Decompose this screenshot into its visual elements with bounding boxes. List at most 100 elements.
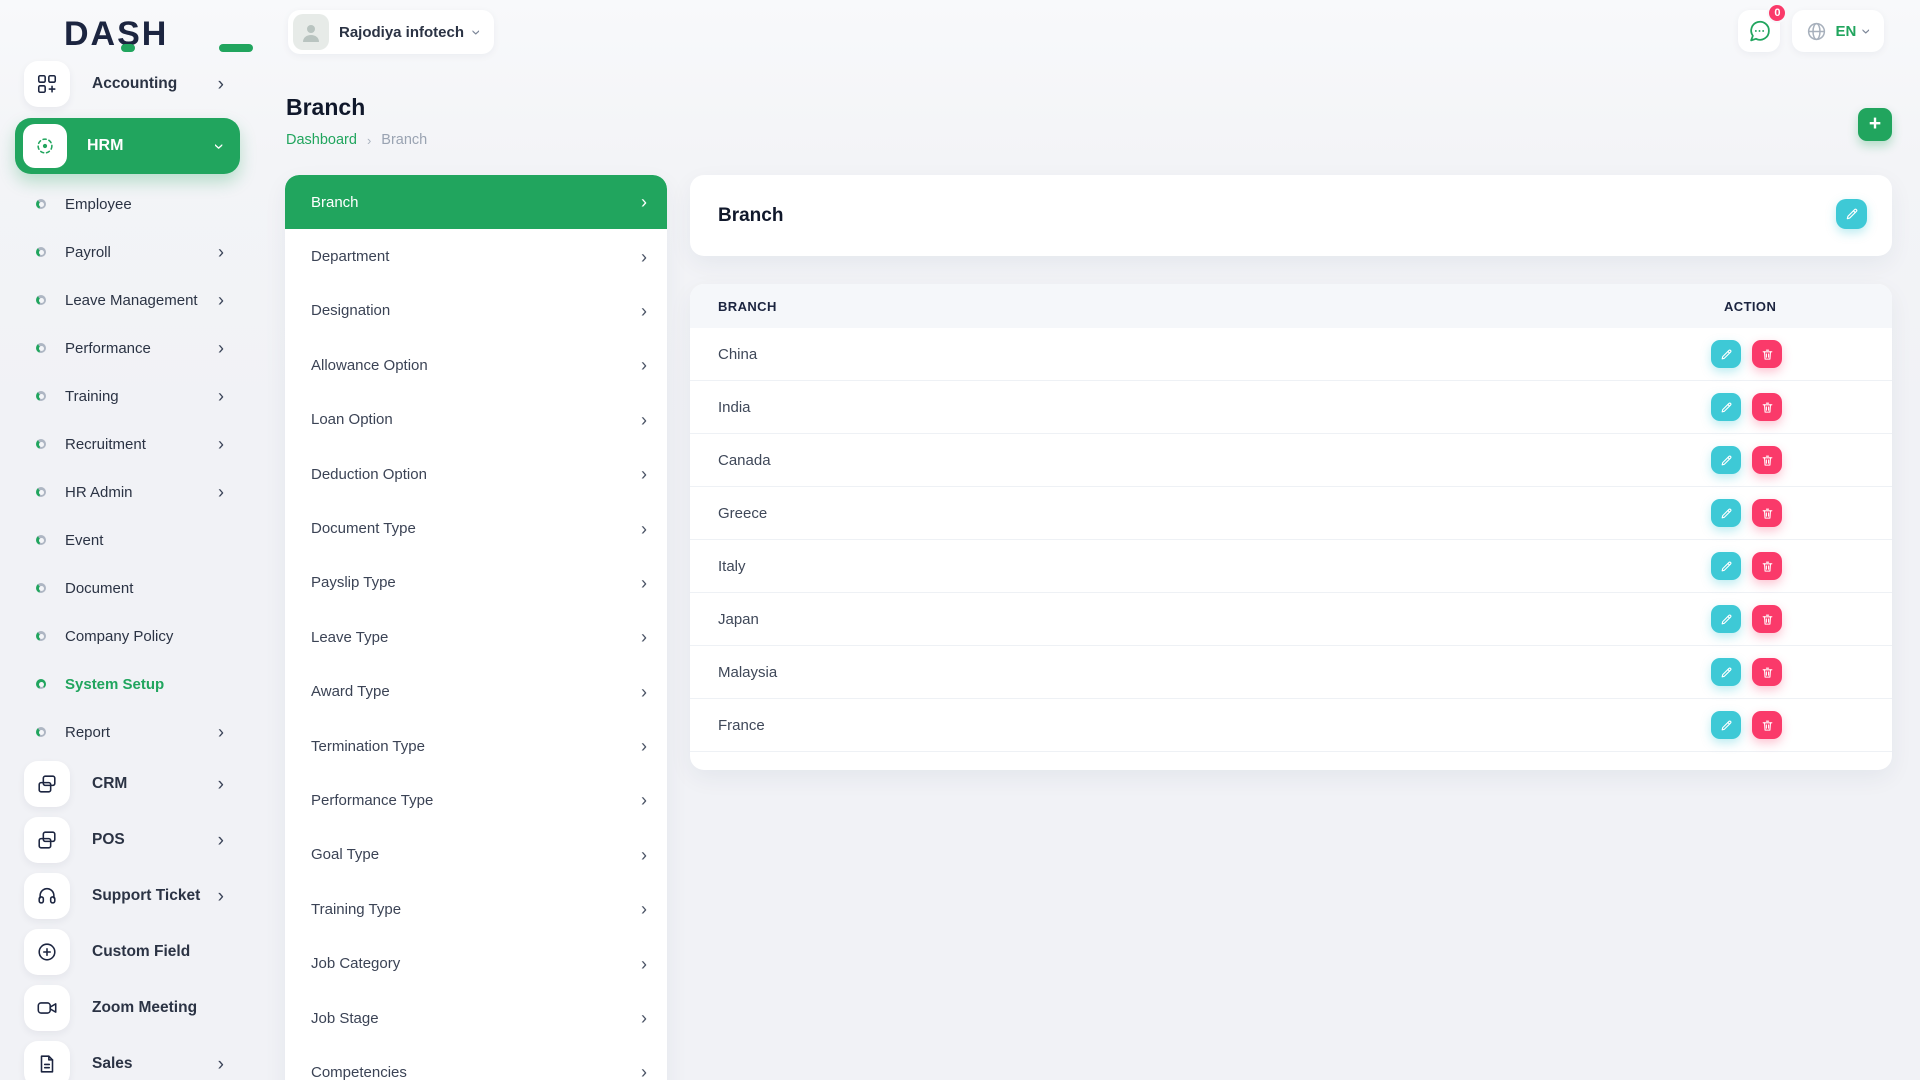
globe-icon	[1806, 21, 1827, 42]
edit-button[interactable]	[1711, 552, 1741, 580]
setup-menu-item-deduction-option[interactable]: Deduction Option ›	[285, 447, 667, 501]
sidebar-subitem-report[interactable]: Report ›	[0, 708, 256, 756]
sidebar-subitem-system-setup[interactable]: System Setup ›	[0, 660, 256, 708]
add-branch-button[interactable]: +	[1858, 108, 1892, 141]
messages-button[interactable]: 0	[1738, 10, 1780, 52]
delete-button[interactable]	[1752, 658, 1782, 686]
delete-button[interactable]	[1752, 499, 1782, 527]
headset-icon	[24, 873, 70, 919]
chevron-right-icon: ›	[218, 775, 224, 794]
chevron-right-icon: ›	[218, 483, 224, 501]
setup-menu-item-leave-type[interactable]: Leave Type ›	[285, 610, 667, 664]
setup-menu-item-award-type[interactable]: Award Type ›	[285, 665, 667, 719]
chevron-right-icon: ›	[218, 723, 224, 741]
branch-name-cell: Greece	[718, 505, 767, 522]
delete-button[interactable]	[1752, 552, 1782, 580]
pos-cards-icon	[24, 817, 70, 863]
sidebar-subitem-leave-management[interactable]: Leave Management ›	[0, 276, 256, 324]
edit-button[interactable]	[1711, 658, 1741, 686]
delete-button[interactable]	[1752, 393, 1782, 421]
bullet-icon	[36, 439, 46, 449]
workspace-name: Rajodiya infotech	[339, 24, 464, 41]
breadcrumb-current: Branch	[381, 132, 427, 148]
branch-name-cell: Japan	[718, 611, 759, 628]
edit-button[interactable]	[1711, 605, 1741, 633]
breadcrumb-dashboard-link[interactable]: Dashboard	[286, 132, 357, 148]
hrm-target-icon	[23, 124, 67, 168]
edit-button[interactable]	[1711, 340, 1741, 368]
delete-button[interactable]	[1752, 711, 1782, 739]
setup-menu-item-loan-option[interactable]: Loan Option ›	[285, 393, 667, 447]
sidebar-subitem-payroll[interactable]: Payroll ›	[0, 228, 256, 276]
table-row: Italy	[690, 540, 1892, 593]
chevron-down-icon: ›	[468, 29, 485, 35]
table-row: Canada	[690, 434, 1892, 487]
sidebar-subitem-performance[interactable]: Performance ›	[0, 324, 256, 372]
workspace-dropdown[interactable]: Rajodiya infotech ›	[288, 10, 494, 54]
sidebar-nav: Accounting › HRM › Employee › Payroll › …	[0, 56, 256, 1080]
chevron-right-icon: ›	[641, 574, 647, 592]
sidebar-item-hrm[interactable]: HRM ›	[15, 118, 240, 174]
crm-cards-icon	[24, 761, 70, 807]
chevron-right-icon: ›	[641, 411, 647, 429]
sidebar-subitem-employee[interactable]: Employee ›	[0, 180, 256, 228]
setup-menu-item-job-stage[interactable]: Job Stage ›	[285, 991, 667, 1045]
table-row: Greece	[690, 487, 1892, 540]
language-code: EN	[1835, 23, 1856, 40]
messages-count-badge: 0	[1767, 3, 1787, 23]
chevron-right-icon: ›	[641, 955, 647, 973]
sidebar-item-pos[interactable]: POS ›	[0, 812, 256, 868]
setup-menu-item-termination-type[interactable]: Termination Type ›	[285, 719, 667, 773]
setup-menu-item-payslip-type[interactable]: Payslip Type ›	[285, 556, 667, 610]
bullet-icon	[36, 631, 46, 641]
delete-button[interactable]	[1752, 340, 1782, 368]
setup-menu-item-document-type[interactable]: Document Type ›	[285, 501, 667, 555]
avatar	[293, 14, 329, 50]
sidebar-item-accounting[interactable]: Accounting ›	[0, 56, 256, 112]
sidebar-subitem-company-policy[interactable]: Company Policy ›	[0, 612, 256, 660]
setup-menu-item-allowance-option[interactable]: Allowance Option ›	[285, 338, 667, 392]
chevron-right-icon: ›	[218, 387, 224, 405]
dash-logo[interactable]: DASH	[64, 14, 168, 54]
setup-menu-item-goal-type[interactable]: Goal Type ›	[285, 828, 667, 882]
branch-name-cell: China	[718, 346, 757, 363]
edit-button[interactable]	[1711, 711, 1741, 739]
table-header-row: BRANCH ACTION	[690, 284, 1892, 328]
sidebar-item-zoom-meeting[interactable]: Zoom Meeting ›	[0, 980, 256, 1036]
delete-button[interactable]	[1752, 605, 1782, 633]
branch-name-cell: India	[718, 399, 751, 416]
branch-name-cell: France	[718, 717, 765, 734]
table-row: India	[690, 381, 1892, 434]
chevron-right-icon: ›	[218, 1055, 224, 1074]
sidebar-subitem-event[interactable]: Event ›	[0, 516, 256, 564]
bullet-icon	[36, 343, 46, 353]
chevron-right-icon: ›	[641, 628, 647, 646]
edit-button[interactable]	[1711, 393, 1741, 421]
sidebar-subitem-hr-admin[interactable]: HR Admin ›	[0, 468, 256, 516]
chevron-right-icon: ›	[218, 243, 224, 261]
sidebar-subitem-training[interactable]: Training ›	[0, 372, 256, 420]
system-setup-menu: Branch › Department › Designation › Allo…	[285, 175, 667, 1080]
setup-menu-item-performance-type[interactable]: Performance Type ›	[285, 773, 667, 827]
setup-menu-item-competencies[interactable]: Competencies ›	[285, 1045, 667, 1080]
sidebar-item-support-ticket[interactable]: Support Ticket ›	[0, 868, 256, 924]
chevron-right-icon: ›	[641, 683, 647, 701]
setup-menu-item-department[interactable]: Department ›	[285, 229, 667, 283]
bullet-icon	[36, 535, 46, 545]
setup-menu-item-designation[interactable]: Designation ›	[285, 284, 667, 338]
setup-menu-item-branch[interactable]: Branch ›	[285, 175, 667, 229]
sidebar-item-sales[interactable]: Sales ›	[0, 1036, 256, 1080]
edit-button[interactable]	[1711, 446, 1741, 474]
edit-button[interactable]	[1836, 199, 1867, 229]
setup-menu-item-training-type[interactable]: Training Type ›	[285, 882, 667, 936]
delete-button[interactable]	[1752, 446, 1782, 474]
setup-menu-item-job-category[interactable]: Job Category ›	[285, 936, 667, 990]
sidebar-item-crm[interactable]: CRM ›	[0, 756, 256, 812]
sidebar-subitem-document[interactable]: Document ›	[0, 564, 256, 612]
language-dropdown[interactable]: EN ›	[1792, 10, 1884, 52]
sidebar-subitem-recruitment[interactable]: Recruitment ›	[0, 420, 256, 468]
edit-button[interactable]	[1711, 499, 1741, 527]
chevron-right-icon: ›	[218, 887, 224, 906]
sidebar-item-custom-field[interactable]: Custom Field ›	[0, 924, 256, 980]
panel-title: Branch	[718, 205, 783, 227]
